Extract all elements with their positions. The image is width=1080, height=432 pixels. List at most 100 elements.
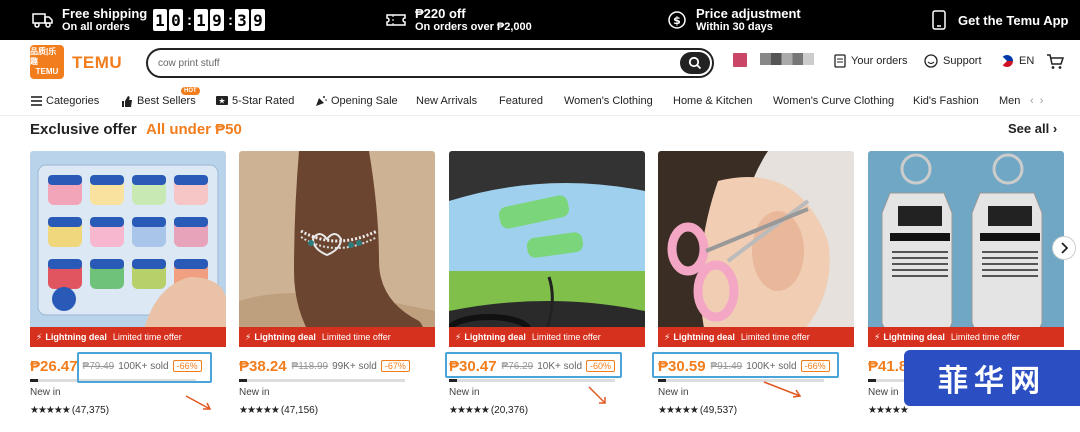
cart-icon[interactable]: [1046, 54, 1065, 75]
rating: ★★★★★ (20,376): [449, 405, 528, 416]
your-orders-link[interactable]: Your orders: [834, 54, 907, 68]
ticket-icon: [385, 9, 407, 31]
promo-bar: Free shipping On all orders 1 0 : 1 9 : …: [0, 0, 1080, 40]
review-count: (47,156): [280, 405, 319, 416]
rating: ★★★★★ (47,156): [239, 405, 318, 416]
countdown-separator: :: [187, 11, 192, 29]
category-label: Men: [999, 95, 1021, 107]
countdown-timer: 1 0 : 1 9 : 3 9: [153, 9, 267, 31]
limited-label: Limited time offer: [112, 332, 182, 342]
category-new-arrivals[interactable]: New Arrivals: [416, 95, 477, 107]
lightning-deal-banner: ⚡ Lightning deal Limited time offer: [868, 327, 1064, 347]
product-card[interactable]: ⚡ Lightning deal Limited time offer ₱30.47…: [449, 151, 645, 432]
flag-icon: [1000, 54, 1014, 68]
svg-text:★: ★: [218, 96, 225, 105]
category-womens-curve[interactable]: Women's Curve Clothing: [773, 95, 894, 107]
category-opening-sale[interactable]: Opening Sale: [315, 95, 398, 107]
star-rating: ★★★★★: [658, 405, 699, 416]
annotation-arrow: [185, 395, 212, 410]
party-icon: [315, 95, 327, 107]
get-app-link[interactable]: Get the Temu App: [928, 0, 1069, 40]
countdown-digit: 9: [210, 9, 224, 31]
svg-text:$: $: [673, 14, 681, 27]
category-label: Opening Sale: [331, 95, 398, 107]
category-menu[interactable]: Categories: [31, 95, 99, 107]
category-featured[interactable]: Featured: [499, 95, 543, 107]
annotation-arrow: [588, 386, 606, 404]
deal-label: Lightning deal: [464, 332, 526, 342]
category-five-star[interactable]: ★ 5-Star Rated: [216, 95, 294, 107]
product-card[interactable]: ⚡ Lightning deal Limited time offer ₱26.47…: [30, 151, 226, 432]
countdown-digit: 9: [251, 9, 265, 31]
price-tag-icon: $: [666, 9, 688, 31]
language-selector[interactable]: EN: [1000, 54, 1034, 68]
product-image[interactable]: [30, 151, 226, 347]
truck-icon: [32, 9, 54, 31]
new-in-label: New in: [868, 387, 899, 398]
carousel-next-button[interactable]: [1052, 236, 1076, 260]
language-label: EN: [1019, 55, 1035, 67]
discount-sub: On orders over ₱2,000: [415, 21, 532, 33]
category-kids-fashion[interactable]: Kid's Fashion: [913, 95, 979, 107]
current-price: ₱26.47: [30, 357, 78, 375]
hot-badge: HOT: [181, 87, 200, 95]
logo-text[interactable]: TEMU: [72, 53, 122, 73]
watermark-logo: 菲华网: [904, 350, 1080, 406]
orders-icon: [834, 54, 846, 68]
category-label: New Arrivals: [416, 95, 478, 107]
category-best-sellers[interactable]: Best Sellers: [121, 95, 196, 107]
see-all-link[interactable]: See all ›: [1008, 121, 1057, 136]
get-app-title: Get the Temu App: [958, 12, 1069, 28]
search-button[interactable]: [680, 52, 710, 74]
category-men[interactable]: Men: [999, 95, 1020, 107]
lightning-icon: ⚡: [664, 331, 671, 342]
temu-logo[interactable]: 品质|乐趣 TEMU: [30, 45, 64, 79]
lightning-deal-banner: ⚡ Lightning deal Limited time offer: [30, 327, 226, 347]
your-orders-label: Your orders: [851, 55, 908, 67]
discount-promo[interactable]: ₱220 off On orders over ₱2,000: [385, 0, 532, 40]
chevron-right-icon[interactable]: ›: [1040, 95, 1044, 107]
chevron-right-icon: [1061, 242, 1068, 254]
product-image[interactable]: [449, 151, 645, 347]
countdown-separator: :: [228, 11, 233, 29]
chevron-left-icon[interactable]: ‹: [1030, 95, 1034, 107]
product-image[interactable]: [658, 151, 854, 347]
review-count: (47,375): [71, 405, 110, 416]
free-shipping-title: Free shipping: [62, 6, 148, 21]
rating: ★★★★★: [868, 405, 910, 416]
sales-progress: [449, 379, 615, 382]
category-home-kitchen[interactable]: Home & Kitchen: [673, 95, 752, 107]
search-input[interactable]: [158, 55, 658, 71]
category-label: Kid's Fashion: [913, 95, 979, 107]
star-rating: ★★★★★: [239, 405, 280, 416]
lightning-icon: ⚡: [455, 331, 462, 342]
new-in-label: New in: [449, 387, 480, 398]
deal-label: Lightning deal: [673, 332, 735, 342]
phone-icon: [928, 9, 950, 31]
product-image[interactable]: [868, 151, 1064, 347]
color-swatch[interactable]: [733, 53, 747, 67]
product-card[interactable]: ⚡ Lightning deal Limited time offer ₱38.24…: [239, 151, 435, 432]
discount-badge: -67%: [380, 360, 410, 372]
category-label: Categories: [46, 95, 100, 107]
support-link[interactable]: Support: [924, 54, 982, 68]
star-rating: ★★★★★: [868, 405, 909, 416]
header: 品质|乐趣 TEMU TEMU Your orders Support EN: [0, 40, 1080, 86]
section-title: Exclusive offer: [30, 121, 137, 138]
product-image[interactable]: [239, 151, 435, 347]
category-bar: Categories Best Sellers ★ 5-Star Rated O…: [0, 87, 1080, 116]
lightning-icon: ⚡: [874, 331, 881, 342]
highlight-box: [445, 352, 622, 378]
price-adjust-promo[interactable]: $ Price adjustment Within 30 days: [666, 0, 801, 40]
product-card[interactable]: ⚡ Lightning deal Limited time offer ₱30.59…: [658, 151, 854, 432]
lightning-icon: ⚡: [245, 331, 252, 342]
current-price: ₱38.24: [239, 357, 287, 375]
countdown-digit: 1: [194, 9, 208, 31]
search-icon: [688, 56, 702, 70]
free-shipping-promo[interactable]: Free shipping On all orders: [32, 0, 147, 40]
new-in-label: New in: [30, 387, 61, 398]
free-shipping-sub: On all orders: [62, 21, 130, 33]
category-label: 5-Star Rated: [232, 95, 295, 107]
category-scroll-arrows[interactable]: ‹ ›: [1030, 95, 1043, 107]
category-womens-clothing[interactable]: Women's Clothing: [564, 95, 653, 107]
